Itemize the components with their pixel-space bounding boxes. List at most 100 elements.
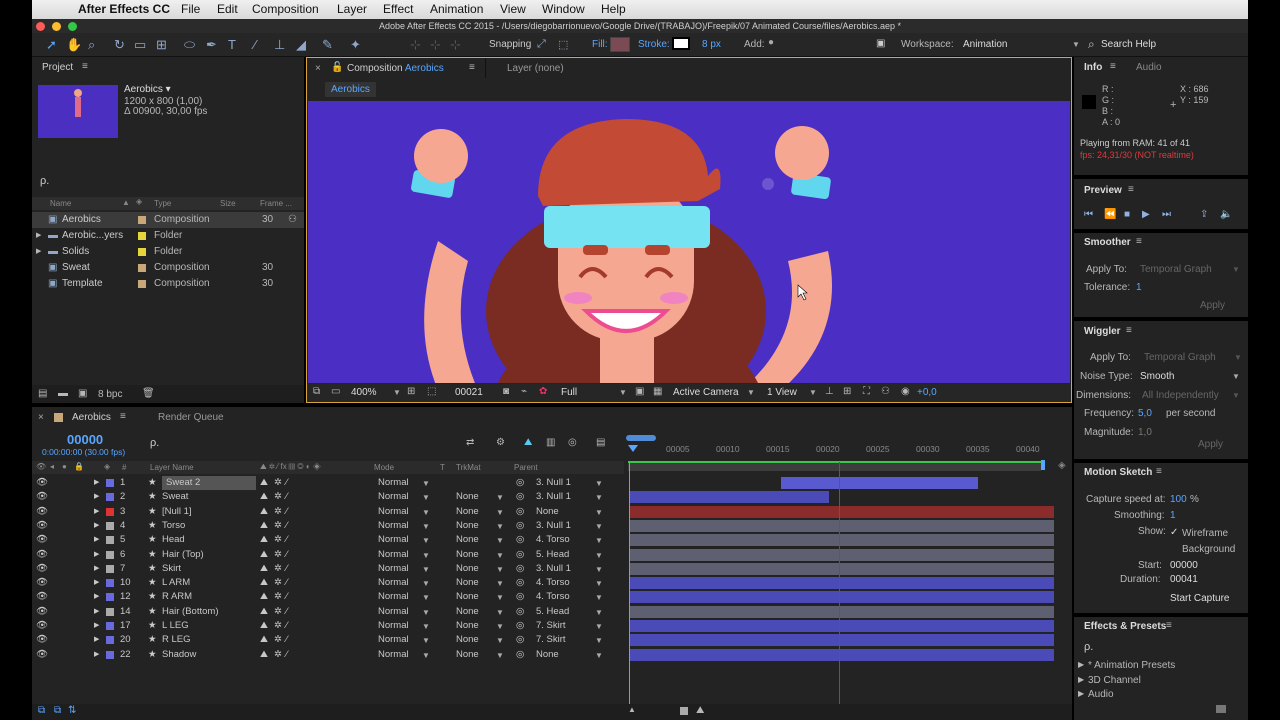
layer-parent[interactable]: 4. Torso [536,590,570,604]
prev-frame-icon[interactable]: ⏪ [1104,209,1116,220]
project-row[interactable]: ▣ Aerobics Composition 30 ⚇ [32,212,304,228]
layer-duration-bar[interactable] [630,534,1054,547]
graph-editor-icon[interactable]: ▤ [596,437,605,448]
layer-parent[interactable]: 3. Null 1 [536,490,571,504]
col-type[interactable]: Type [154,199,171,208]
menu-file[interactable]: File [181,2,200,16]
label-swatch[interactable] [138,232,146,240]
layer-label-swatch[interactable] [106,493,114,502]
layer-trkmat[interactable]: None [456,605,479,619]
close-window-button[interactable] [36,22,45,31]
shy-switch-icon[interactable]: ⛰ [260,548,268,562]
shy-switch-icon[interactable]: ⛰ [260,605,268,619]
layer-label-swatch[interactable] [106,479,114,487]
view-layout-select[interactable]: 1 View [767,387,797,398]
first-frame-icon[interactable]: ⏮ [1084,209,1093,220]
wireframe-checkbox[interactable]: ✓ [1170,527,1178,538]
col-name[interactable]: Name [50,199,71,208]
parent-dropdown-icon[interactable]: ▼ [595,520,603,534]
monitor-icon[interactable]: ▭ [331,386,340,397]
collapse-switch-icon[interactable]: ✲ [274,648,282,662]
render-queue-tab[interactable]: Render Queue [158,412,224,423]
puppet-pin-tool-icon[interactable]: ✦ [350,37,361,53]
layer-mode[interactable]: Normal [378,576,409,590]
layer-tab[interactable]: Layer (none) [507,63,564,74]
parent-dropdown-icon[interactable]: ▼ [595,591,603,605]
effects-item-audio[interactable]: Audio [1088,689,1114,700]
layer-mode[interactable]: Normal [378,619,409,633]
menu-help[interactable]: Help [601,2,626,16]
reset-exposure-icon[interactable]: ⊞ [843,386,851,397]
expand-arrow-icon[interactable]: ▶ [94,548,99,562]
time-ruler[interactable]: 00005 00010 00015 00020 00025 00030 0003… [626,433,1056,459]
layer-duration-bar[interactable] [630,591,1054,604]
quality-switch-icon[interactable]: ⁄ [286,562,288,576]
layer-mode[interactable]: Normal [378,490,409,504]
expand-arrow-icon[interactable]: ▶ [1078,689,1084,698]
shy-switch-icon[interactable]: ⛰ [260,619,268,633]
mode-col[interactable]: Mode [374,463,394,472]
expand-arrow-icon[interactable]: ▶ [94,590,99,604]
playhead-handle[interactable] [628,445,638,452]
quality-switch-icon[interactable]: ⁄ [286,533,288,547]
quality-switch-icon[interactable]: ⁄ [286,648,288,662]
layer-parent[interactable]: 3. Null 1 [536,562,571,576]
mode-dropdown-icon[interactable]: ▼ [422,606,430,620]
layer-trkmat[interactable]: None [456,490,479,504]
flowchart-icon[interactable]: ⚇ [881,386,890,397]
zoom-tool-icon[interactable]: ⌕ [88,37,95,53]
layer-row[interactable]: 👁 ▶ 2 ★ Sweat ⛰ ✲ ⁄ Normal ▼ None ▼ ◎ 3. Null 1 ▼ [32,490,1072,504]
mode-dropdown-icon[interactable]: ▼ [422,520,430,534]
layer-duration-bar[interactable] [630,577,1054,590]
noise-dropdown-icon[interactable]: ▼ [1232,372,1240,381]
layer-parent[interactable]: None [536,648,559,662]
layer-parent[interactable]: 4. Torso [536,533,570,547]
search-help-input[interactable]: Search Help [1101,39,1156,50]
axis-view-icon[interactable]: ⊹ [450,37,461,53]
frequency-value[interactable]: 5,0 [1138,408,1152,419]
quality-switch-icon[interactable]: ⁄ [286,619,288,633]
expand-arrow-icon[interactable]: ▶ [94,605,99,619]
trkmat-dropdown-icon[interactable]: ▼ [496,634,504,648]
pickwhip-icon[interactable]: ◎ [516,590,524,604]
expand-arrow-icon[interactable]: ▶ [94,533,99,547]
layer-name[interactable]: Sweat [162,490,188,504]
effects-item-animation-presets[interactable]: * Animation Presets [1088,660,1175,671]
col-frame[interactable]: Frame ... [260,199,292,208]
menu-effect[interactable]: Effect [383,2,413,16]
layer-name[interactable]: L ARM [162,576,190,590]
label-tag-icon[interactable]: ◈ [136,197,142,206]
zoom-window-button[interactable] [68,22,77,31]
menu-composition[interactable]: Composition [252,2,319,16]
sort-arrow-icon[interactable]: ▲ [122,198,130,207]
eye-icon[interactable]: 👁 [36,619,48,633]
parent-dropdown-icon[interactable]: ▼ [595,634,603,648]
project-row[interactable]: ▶ ▬ Aerobic...yers Folder [32,228,304,244]
axis-world-icon[interactable]: ⊹ [430,37,441,53]
shy-switch-icon[interactable]: ⛰ [260,562,268,576]
eye-icon[interactable]: 👁 [36,505,48,519]
expand-arrow-icon[interactable]: ▶ [94,576,99,590]
layer-parent[interactable]: 5. Head [536,605,569,619]
project-panel-menu-icon[interactable]: ≡ [82,61,88,72]
layer-row[interactable]: 👁 ▶ 22 ★ Shadow ⛰ ✲ ⁄ Normal ▼ None ▼ ◎ None ▼ [32,648,1072,662]
project-search-input[interactable]: ρ. [40,175,49,187]
collapse-switch-icon[interactable]: ✲ [274,490,282,504]
project-tab[interactable]: Project [42,62,73,73]
rotate-tool-icon[interactable]: ↻ [114,37,125,53]
quality-switch-icon[interactable]: ⁄ [286,548,288,562]
layer-duration-bar[interactable] [630,648,1054,661]
eye-icon[interactable]: 👁 [36,576,48,590]
mode-dropdown-icon[interactable]: ▼ [422,534,430,548]
layer-row[interactable]: 👁 ▶ 14 ★ Hair (Bottom) ⛰ ✲ ⁄ Normal ▼ None ▼ ◎ 5. Hea… [32,605,1072,619]
parent-dropdown-icon[interactable]: ▼ [595,506,603,520]
pickwhip-icon[interactable]: ◎ [516,548,524,562]
layer-name[interactable]: Shadow [162,648,196,662]
layer-trkmat[interactable]: None [456,648,479,662]
current-frame[interactable]: 00021 [455,387,483,398]
collapse-switch-icon[interactable]: ✲ [274,505,282,519]
shy-switch-icon[interactable]: ⛰ [260,533,268,547]
layer-parent[interactable]: None [536,505,559,519]
wiggler-apply-select[interactable]: Temporal Graph [1144,352,1216,363]
smoother-dropdown-icon[interactable]: ▼ [1232,265,1240,274]
